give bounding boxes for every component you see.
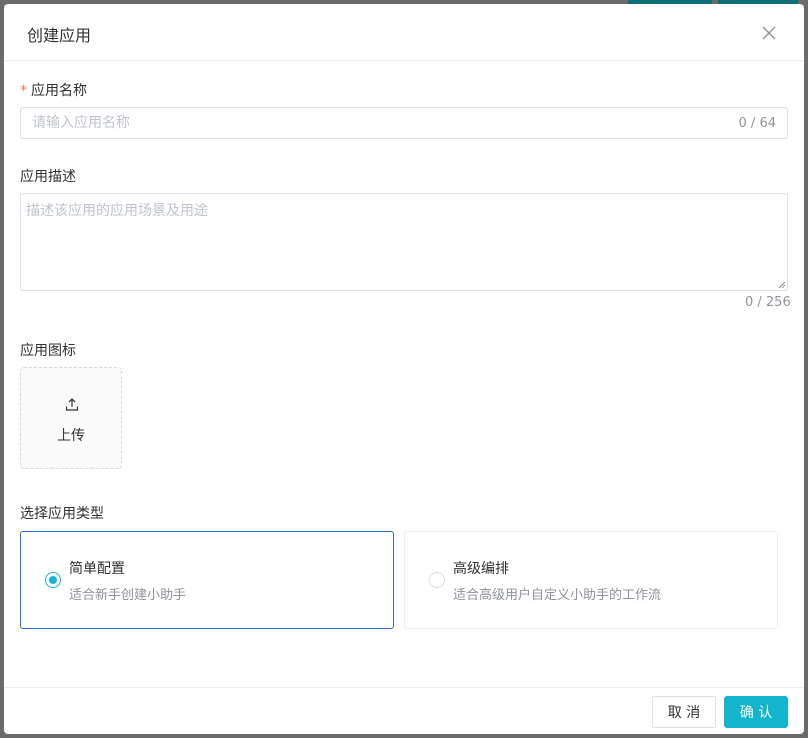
app-type-label: 选择应用类型 [20,506,104,522]
icon-upload-box[interactable]: 上传 [20,367,122,469]
app-icon-label: 应用图标 [20,343,76,359]
dialog-title: 创建应用 [27,26,92,45]
app-desc-textarea[interactable] [20,193,788,291]
radio-selected[interactable] [45,572,61,588]
dialog-header: 创建应用 [4,4,804,61]
close-button[interactable] [759,23,779,43]
upload-label: 上传 [57,428,85,444]
app-type-option-simple[interactable]: 简单配置 适合新手创建小助手 [20,531,394,629]
resize-handle-icon[interactable] [778,281,786,289]
app-name-label: * 应用名称 [20,80,87,100]
required-mark: * [20,83,27,99]
app-type-title: 高级编排 [453,561,509,577]
app-name-char-count: 0 / 64 [738,116,776,131]
dialog-footer: 取 消 确 认 [4,687,804,734]
confirm-button[interactable]: 确 认 [724,696,788,728]
app-desc-char-count: 0 / 256 [745,295,791,310]
app-type-title: 简单配置 [69,561,125,577]
create-app-dialog: 创建应用 *应用名称 0 / 64 应用描述 0 / 256 应用图标 上传 选… [4,4,804,734]
app-type-desc: 适合新手创建小助手 [69,588,187,603]
app-name-input[interactable] [21,108,721,138]
app-type-desc: 适合高级用户自定义小助手的工作流 [453,588,662,603]
app-name-label-text: 应用名称 [31,83,87,99]
radio-unselected[interactable] [429,572,445,588]
cancel-button[interactable]: 取 消 [652,696,716,728]
app-type-option-advanced[interactable]: 高级编排 适合高级用户自定义小助手的工作流 [404,531,778,629]
app-desc-label: 应用描述 [20,169,76,185]
close-icon [762,26,776,40]
upload-icon [65,398,79,411]
app-name-field[interactable]: 0 / 64 [20,107,788,139]
